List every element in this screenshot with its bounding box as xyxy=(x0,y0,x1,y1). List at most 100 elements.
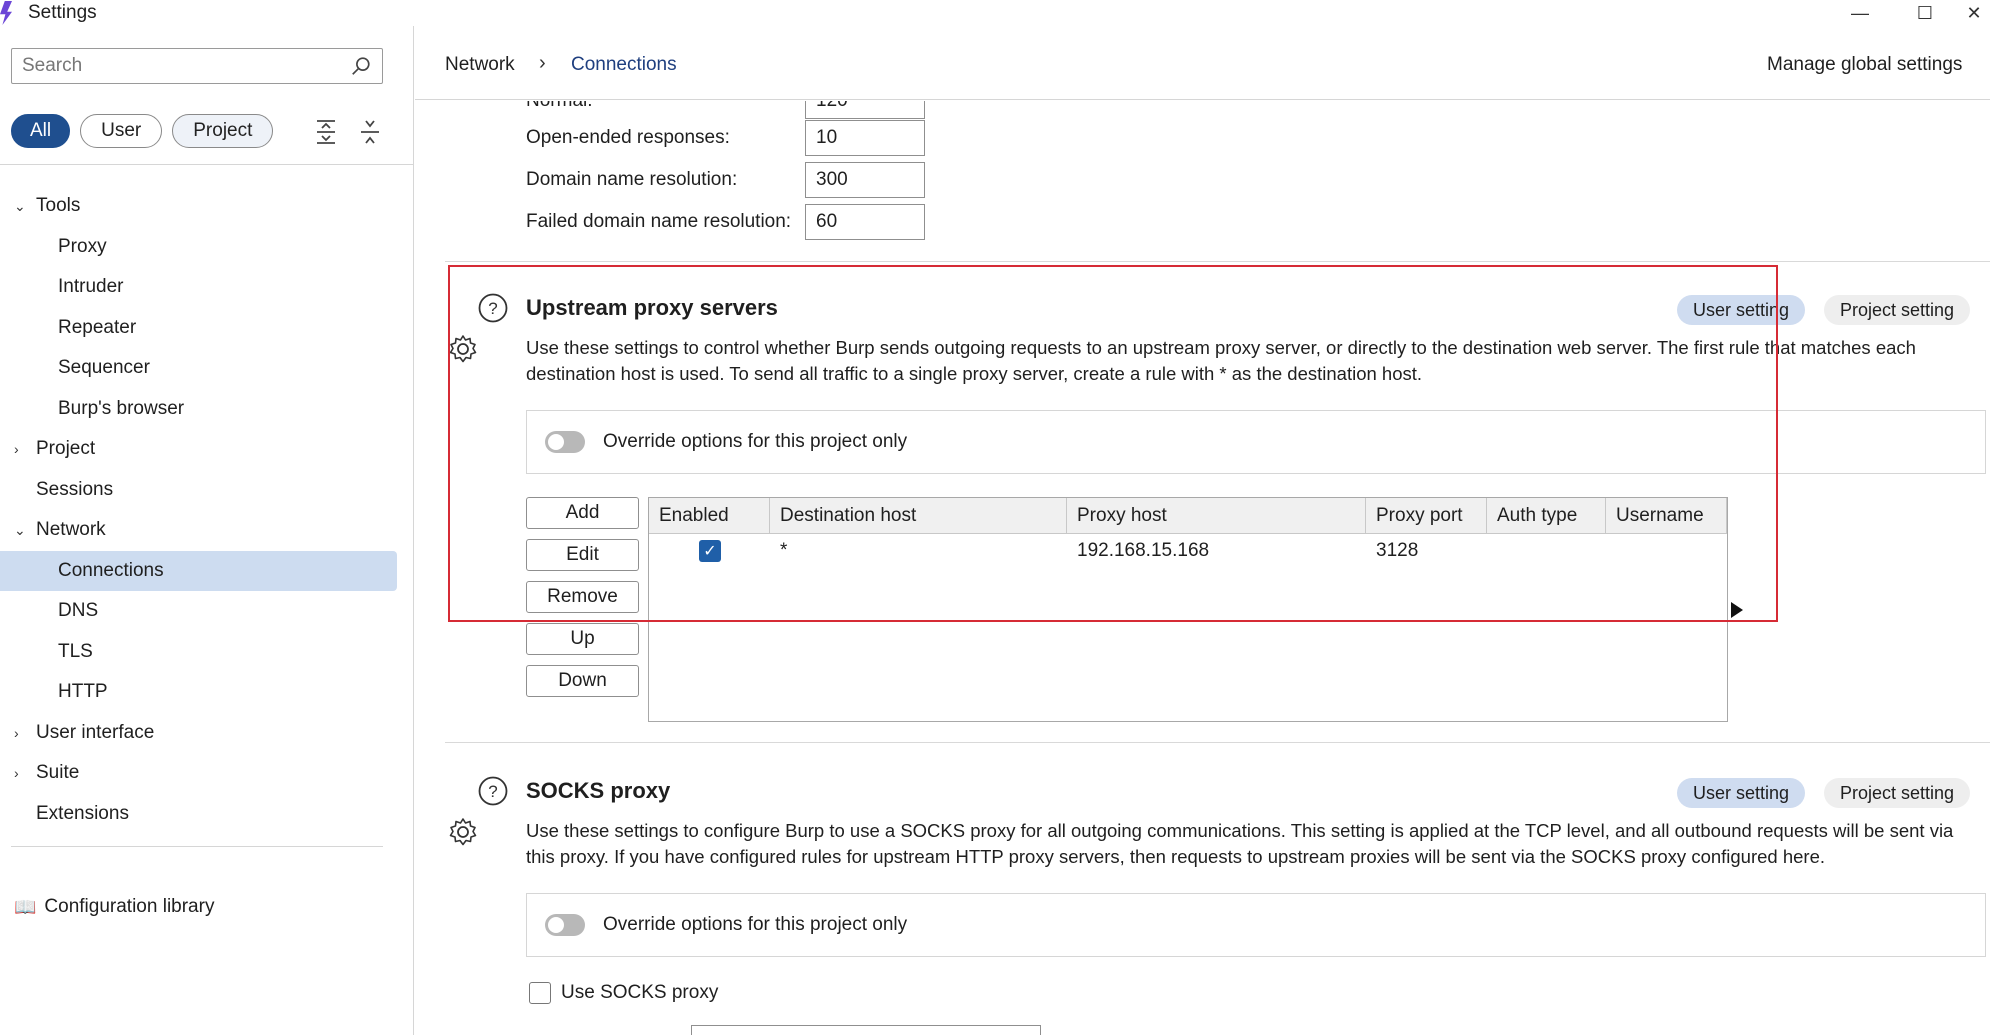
tree-item-intruder[interactable]: Intruder xyxy=(0,267,414,308)
tree-item-connections[interactable]: Connections xyxy=(0,550,397,591)
timeout-open-ended-input[interactable]: 10 xyxy=(805,120,925,156)
gear-icon[interactable] xyxy=(447,816,479,848)
minimize-button[interactable]: — xyxy=(1830,0,1890,26)
enabled-checkbox[interactable]: ✓ xyxy=(699,540,721,562)
filter-user-button[interactable]: User xyxy=(80,114,163,148)
timeout-label: Domain name resolution: xyxy=(526,169,738,190)
tree-item-label: Proxy xyxy=(58,235,107,257)
column-header-proxy-port[interactable]: Proxy port xyxy=(1366,498,1487,534)
help-icon[interactable]: ? xyxy=(477,292,509,324)
use-socks-checkbox[interactable] xyxy=(529,982,551,1004)
edit-rule-button[interactable]: Edit xyxy=(526,539,639,571)
tree-item-sequencer[interactable]: Sequencer xyxy=(0,348,414,389)
filter-project-button[interactable]: Project xyxy=(172,114,274,148)
proxy-host-cell[interactable]: 192.168.15.168 xyxy=(1067,536,1209,566)
tree-item-network[interactable]: ⌄ Network xyxy=(0,510,414,551)
socks-host-input[interactable] xyxy=(691,1025,1041,1035)
timeout-label: Failed domain name resolution: xyxy=(526,211,792,232)
tree-item-repeater[interactable]: Repeater xyxy=(0,308,414,349)
table-header: Enabled Destination host Proxy host Prox… xyxy=(649,498,1727,534)
configuration-library-link[interactable]: 📖 Configuration library xyxy=(14,896,214,918)
override-toggle[interactable] xyxy=(545,914,585,936)
tree-item-project[interactable]: › Project xyxy=(0,429,414,470)
timeout-label: Normal: xyxy=(526,101,806,112)
breadcrumb-separator: › xyxy=(539,52,546,74)
collapse-all-icon[interactable] xyxy=(358,118,382,146)
timeout-failed-dns-input[interactable]: 60 xyxy=(805,204,925,240)
upstream-proxy-description: Use these settings to control whether Bu… xyxy=(526,337,1916,384)
column-header-username[interactable]: Username xyxy=(1606,498,1727,534)
tree-item-label: Project xyxy=(36,438,96,460)
column-header-destination-host[interactable]: Destination host xyxy=(770,498,1067,534)
tree-item-extensions[interactable]: Extensions xyxy=(0,794,414,835)
tree-item-http[interactable]: HTTP xyxy=(0,672,414,713)
tree-item-user-interface[interactable]: › User interface xyxy=(0,713,414,754)
settings-content: Normal: 120 Open-ended responses: 10 Dom… xyxy=(415,101,1990,1035)
move-down-button[interactable]: Down xyxy=(526,665,639,697)
sidebar: All User Project ⌄ Tools Proxy Intruder R… xyxy=(0,26,414,1035)
tree-item-label: Tools xyxy=(36,195,81,217)
more-options-icon[interactable]: ⋮ xyxy=(1985,56,1990,81)
timeout-dns-input[interactable]: 300 xyxy=(805,162,925,198)
user-setting-badge: User setting xyxy=(1677,295,1806,325)
tree-item-burps-browser[interactable]: Burp's browser xyxy=(0,389,414,430)
sidebar-divider xyxy=(11,846,383,847)
column-header-proxy-host[interactable]: Proxy host xyxy=(1067,498,1366,534)
remove-rule-button[interactable]: Remove xyxy=(526,581,639,613)
breadcrumb-network[interactable]: Network xyxy=(445,54,515,76)
use-socks-option[interactable]: Use SOCKS proxy xyxy=(529,982,718,1004)
scope-filters: All User Project xyxy=(11,114,274,148)
username-cell[interactable] xyxy=(1606,536,1616,566)
socks-proxy-description: Use these settings to configure Burp to … xyxy=(526,820,1954,867)
search-input[interactable] xyxy=(12,55,332,77)
help-icon[interactable]: ? xyxy=(477,775,509,807)
column-header-enabled[interactable]: Enabled xyxy=(649,498,770,534)
override-label: Override options for this project only xyxy=(603,431,908,452)
window-title: Settings xyxy=(28,2,97,23)
tree-item-label: Sequencer xyxy=(58,357,150,379)
tree-item-tools[interactable]: ⌄ Tools xyxy=(0,186,414,227)
destination-host-cell[interactable]: * xyxy=(770,536,787,566)
content-header: Network › Connections Manage global sett… xyxy=(415,26,1990,100)
breadcrumb-connections: Connections xyxy=(571,54,677,75)
gear-icon[interactable] xyxy=(447,333,479,365)
tree-item-sessions[interactable]: Sessions xyxy=(0,470,414,511)
timeout-row-open-ended: Open-ended responses: xyxy=(526,120,806,156)
maximize-button[interactable]: ☐ xyxy=(1895,0,1955,26)
book-icon: 📖 xyxy=(14,896,37,917)
chevron-down-icon: ⌄ xyxy=(14,521,26,538)
tree-item-proxy[interactable]: Proxy xyxy=(0,227,414,268)
close-button[interactable]: ✕ xyxy=(1958,0,1990,26)
tree-item-label: DNS xyxy=(58,600,99,622)
title-bar: Settings — ☐ ✕ xyxy=(0,0,1990,26)
tree-item-label: Sessions xyxy=(36,478,114,500)
proxy-port-cell[interactable]: 3128 xyxy=(1366,536,1418,566)
filter-all-button[interactable]: All xyxy=(11,114,71,148)
tree-item-label: Extensions xyxy=(36,802,129,824)
timeout-normal-input[interactable]: 120 xyxy=(805,101,925,119)
upstream-proxy-table: Enabled Destination host Proxy host Prox… xyxy=(648,497,1728,722)
section-divider xyxy=(445,261,1990,262)
add-rule-button[interactable]: Add xyxy=(526,497,639,529)
column-header-auth-type[interactable]: Auth type xyxy=(1487,498,1606,534)
tree-item-dns[interactable]: DNS xyxy=(0,591,414,632)
socks-override-panel: Override options for this project only xyxy=(526,893,1986,957)
manage-global-settings-link[interactable]: Manage global settings xyxy=(1767,54,1962,76)
auth-type-cell[interactable] xyxy=(1487,536,1497,566)
move-up-button[interactable]: Up xyxy=(526,623,639,655)
socks-proxy-title: SOCKS proxy xyxy=(526,778,671,803)
project-setting-badge: Project setting xyxy=(1824,778,1971,808)
tree-item-label: Suite xyxy=(36,762,80,784)
scroll-right-arrow-icon[interactable] xyxy=(1731,602,1743,618)
chevron-down-icon: ⌄ xyxy=(14,197,26,214)
configuration-library-label: Configuration library xyxy=(44,896,215,917)
override-toggle[interactable] xyxy=(545,431,585,453)
timeout-row-normal: Normal: xyxy=(526,101,806,119)
search-box[interactable] xyxy=(11,48,383,84)
tree-item-tls[interactable]: TLS xyxy=(0,632,414,673)
override-label: Override options for this project only xyxy=(603,914,908,935)
tree-item-suite[interactable]: › Suite xyxy=(0,753,414,794)
expand-all-icon[interactable] xyxy=(314,118,338,146)
search-icon[interactable] xyxy=(350,55,372,77)
use-socks-label: Use SOCKS proxy xyxy=(561,982,719,1003)
